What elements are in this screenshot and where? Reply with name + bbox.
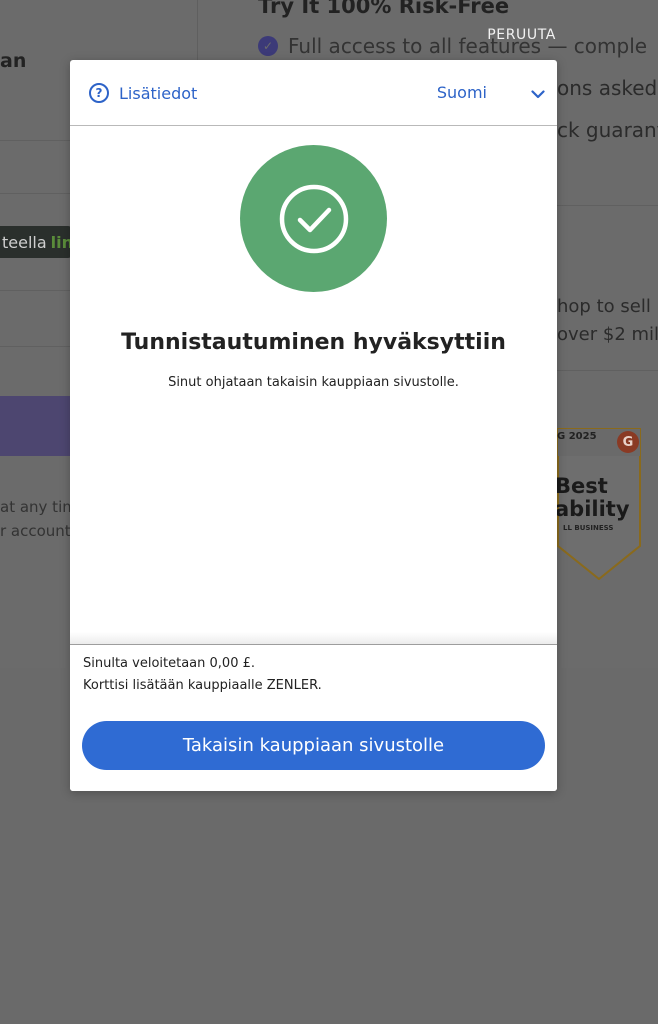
background-feature-text: ons asked	[557, 76, 658, 100]
badge-line: Best	[555, 474, 608, 498]
background-link-pill: teella lin	[0, 226, 73, 258]
redirect-message: Sinut ohjataan takaisin kauppiaan sivust…	[168, 375, 459, 390]
modal-body: Tunnistautuminen hyväksyttiin Sinut ohja…	[70, 127, 557, 637]
success-title: Tunnistautuminen hyväksyttiin	[121, 330, 506, 355]
background-divider	[0, 193, 70, 194]
background-divider	[557, 370, 658, 371]
background-divider	[0, 290, 70, 291]
background-title: Try It 100% Risk-Free	[258, 0, 510, 18]
badge-line: ability	[555, 497, 630, 521]
background-note: over $2 mil	[557, 324, 658, 345]
background-divider	[0, 140, 70, 141]
chevron-down-icon	[531, 86, 545, 100]
background-feature-text: Full access to all features — comple	[288, 34, 648, 58]
g2-award-badge: G 2025 G Best ability LL BUSINESS	[555, 428, 641, 580]
background-link-prefix: teella	[2, 232, 47, 252]
g2-logo-icon: G	[617, 431, 639, 453]
background-note: r account	[0, 522, 71, 540]
background-note: hop to sell	[557, 296, 651, 317]
more-info-label: Lisätiedot	[119, 83, 198, 103]
return-to-merchant-button[interactable]: Takaisin kauppiaan sivustolle	[82, 721, 545, 770]
charge-text: Sinulta veloitetaan 0,00 £.	[83, 656, 255, 671]
cancel-link[interactable]: PERUUTA	[487, 27, 556, 43]
background-note: at any tim	[0, 498, 77, 516]
more-info-button[interactable]: ? Lisätiedot	[89, 83, 197, 103]
card-text: Korttisi lisätään kauppiaalle ZENLER.	[83, 678, 322, 693]
check-circle-icon	[240, 145, 387, 292]
background-purple-banner	[0, 396, 70, 456]
background-divider	[557, 205, 658, 206]
scroll-fade	[70, 632, 557, 644]
authentication-modal: ? Lisätiedot Suomi Tunnistautuminen hyvä…	[70, 60, 557, 791]
background-feature: ✓ Full access to all features — comple	[258, 34, 647, 58]
background-feature-text: ck guarant	[557, 118, 658, 142]
badge-line: LL BUSINESS	[563, 524, 614, 532]
modal-footer: Sinulta veloitetaan 0,00 £. Korttisi lis…	[70, 644, 557, 791]
background-divider	[0, 346, 70, 347]
background-heading: an	[0, 50, 27, 72]
question-circle-icon: ?	[89, 83, 109, 103]
language-value: Suomi	[436, 83, 487, 102]
modal-header: ? Lisätiedot Suomi	[70, 60, 557, 126]
language-select[interactable]: Suomi	[437, 83, 545, 102]
check-icon: ✓	[258, 36, 278, 56]
